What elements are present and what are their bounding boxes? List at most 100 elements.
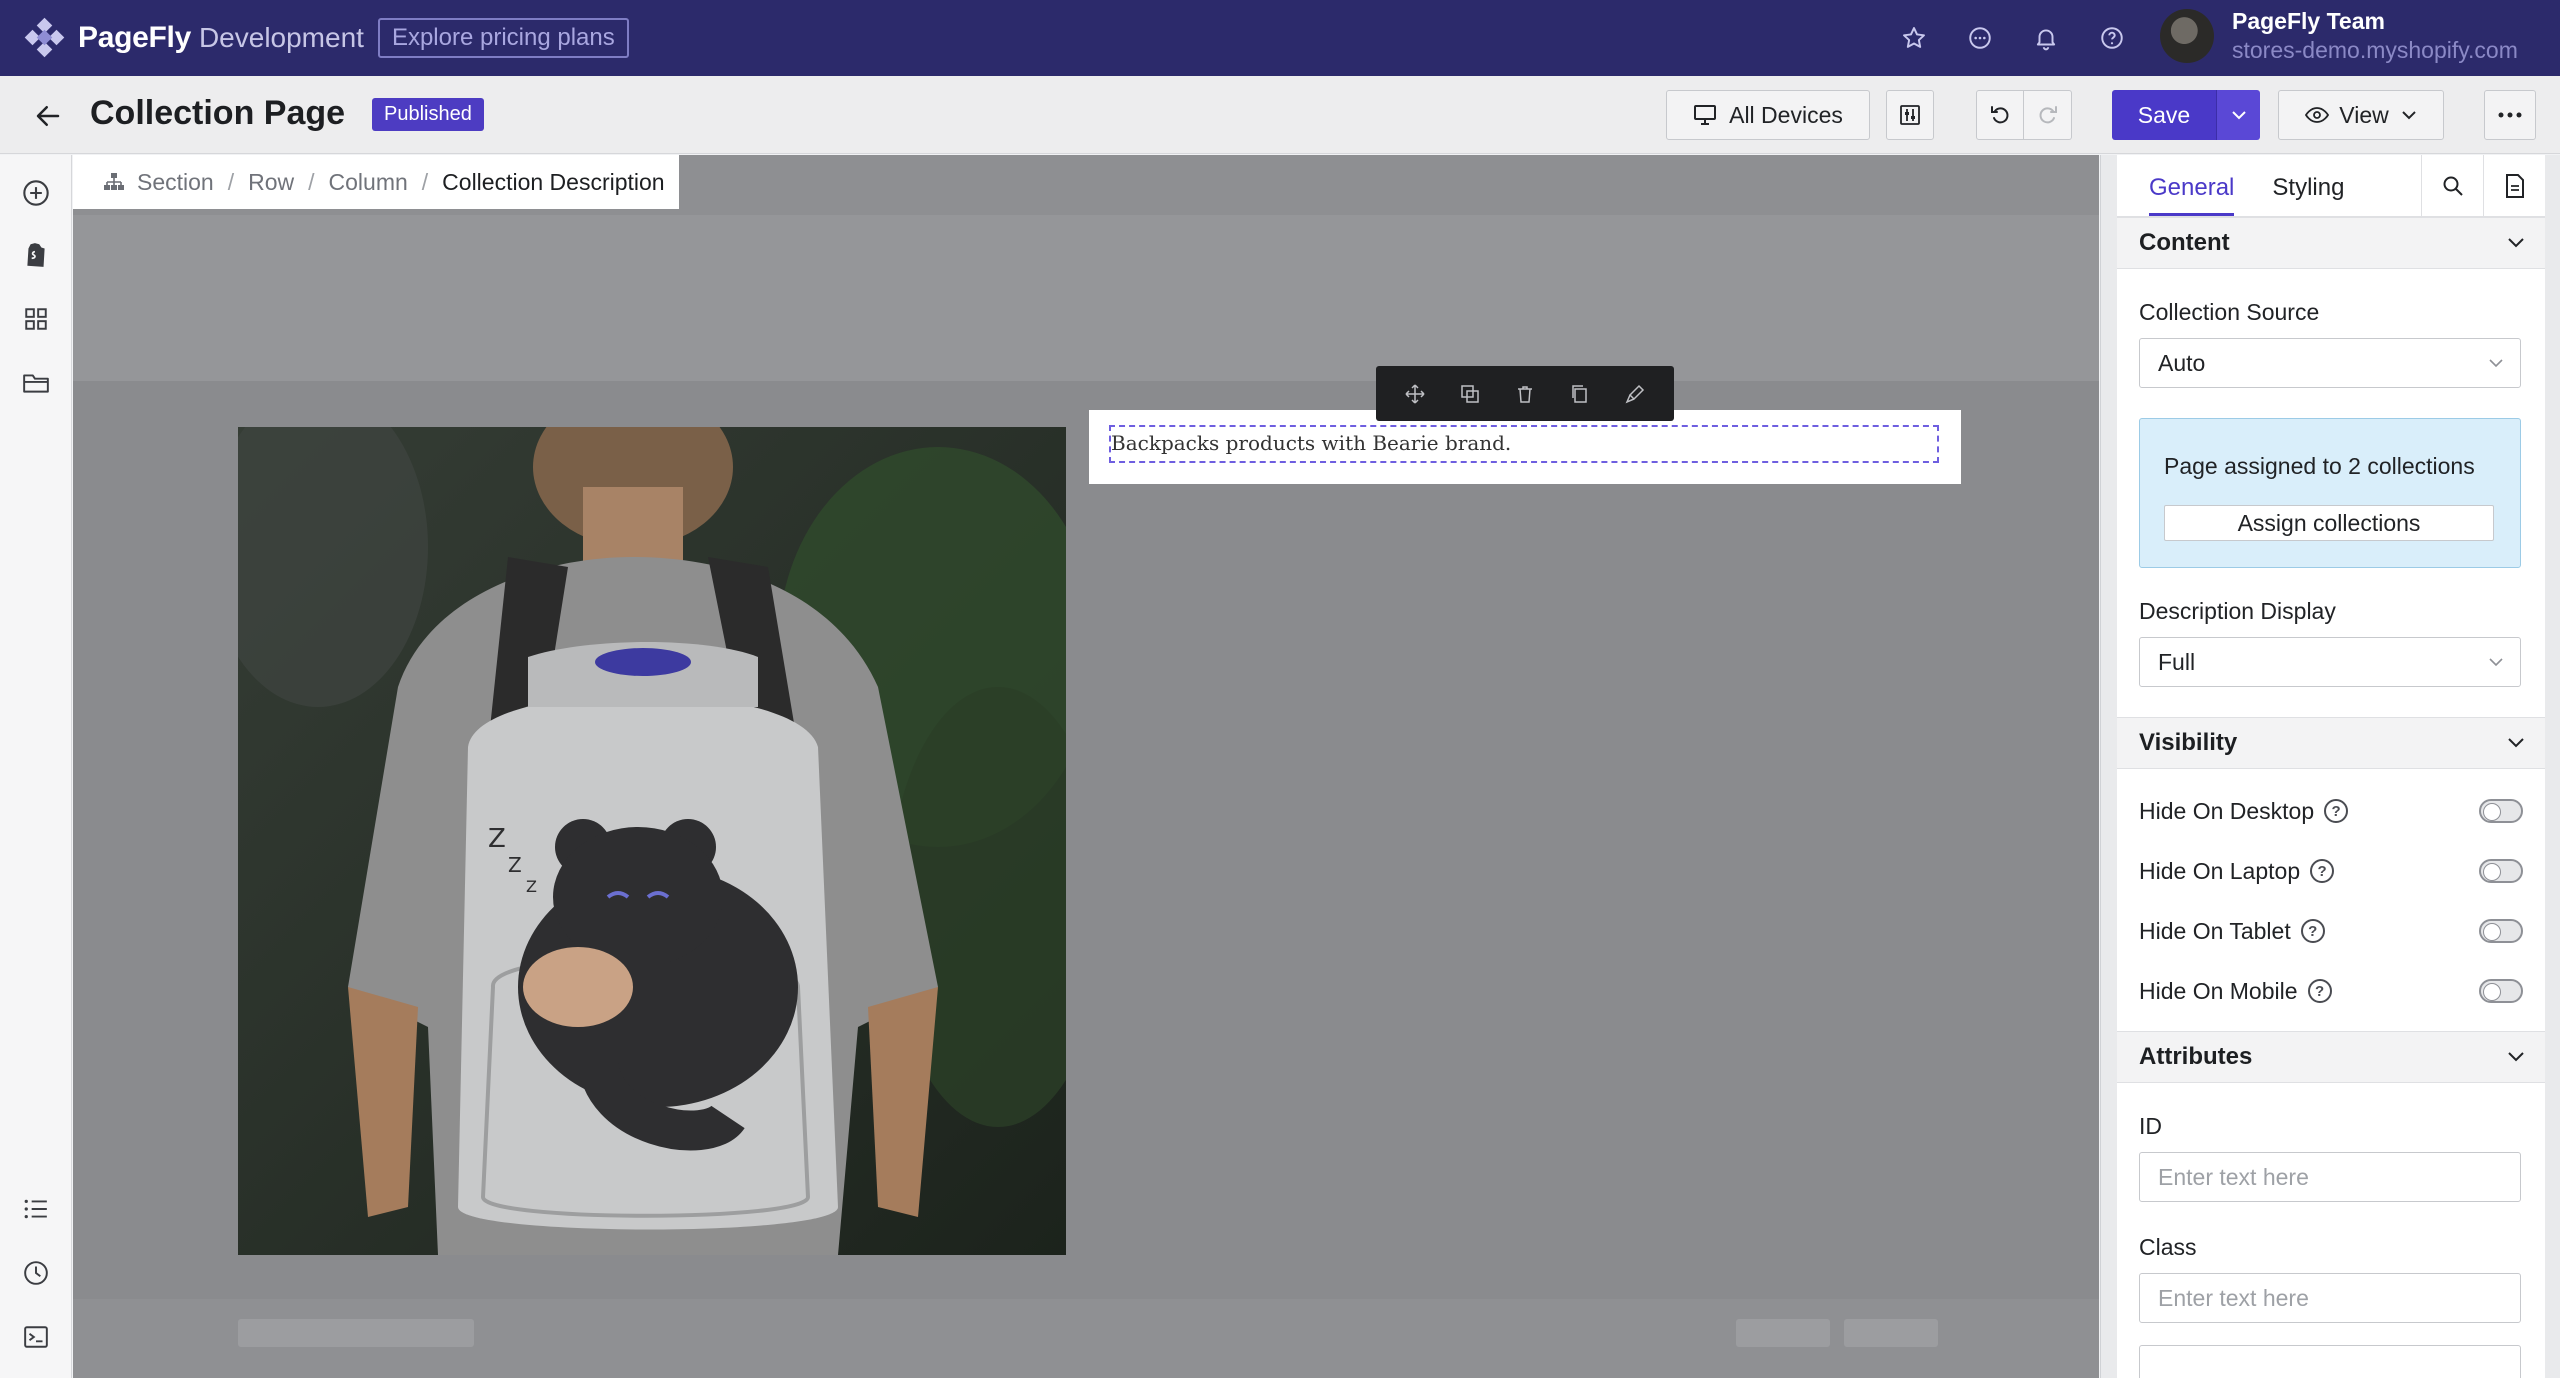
content-section-header[interactable]: Content bbox=[2117, 217, 2545, 269]
document-icon[interactable] bbox=[2483, 155, 2545, 217]
tab-styling[interactable]: Styling bbox=[2272, 174, 2344, 216]
sliders-icon bbox=[1898, 103, 1922, 127]
user-store: stores-demo.myshopify.com bbox=[2232, 37, 2518, 63]
history-clock-icon[interactable] bbox=[20, 1257, 52, 1289]
breadcrumb-column[interactable]: Column bbox=[329, 169, 408, 196]
hide-on-laptop-toggle[interactable] bbox=[2479, 859, 2523, 883]
star-icon[interactable] bbox=[1898, 22, 1930, 54]
collection-source-select[interactable]: Auto bbox=[2139, 338, 2521, 388]
assign-collections-button[interactable]: Assign collections bbox=[2164, 505, 2494, 541]
help-icon[interactable]: ? bbox=[2324, 799, 2349, 823]
copy-icon[interactable] bbox=[1567, 381, 1593, 407]
add-element-icon[interactable] bbox=[20, 177, 52, 209]
chevron-down-icon bbox=[2507, 237, 2525, 249]
assigned-collections-notice: Page assigned to 2 collections Assign co… bbox=[2139, 418, 2521, 568]
visibility-section-header[interactable]: Visibility bbox=[2117, 717, 2545, 769]
id-input[interactable] bbox=[2139, 1152, 2521, 1202]
device-selector-button[interactable]: All Devices bbox=[1666, 90, 1870, 140]
chevron-down-icon bbox=[2401, 110, 2417, 120]
help-icon[interactable]: ? bbox=[2310, 859, 2335, 883]
breadcrumb-section[interactable]: Section bbox=[137, 169, 214, 196]
description-display-value: Full bbox=[2158, 648, 2196, 675]
collection-image[interactable]: Z Z Z bbox=[238, 427, 1066, 1255]
breadcrumb-current: Collection Description bbox=[442, 168, 665, 195]
breadcrumb-row[interactable]: Row bbox=[248, 169, 294, 196]
collection-source-value: Auto bbox=[2158, 349, 2206, 376]
redo-button[interactable] bbox=[2024, 90, 2072, 140]
chevron-down-icon bbox=[2488, 358, 2504, 368]
duplicate-icon[interactable] bbox=[1457, 381, 1483, 407]
page-header: Collection Page Published All Devices Sa… bbox=[0, 76, 2560, 154]
svg-text:Z: Z bbox=[526, 877, 537, 896]
undo-icon bbox=[1988, 103, 2012, 127]
description-display-select[interactable]: Full bbox=[2139, 637, 2521, 687]
id-label: ID bbox=[2139, 1113, 2162, 1139]
view-button[interactable]: View bbox=[2278, 90, 2444, 140]
list-layers-icon[interactable] bbox=[20, 1193, 52, 1225]
breadcrumb: Section / Row / Column / Collection Desc… bbox=[73, 155, 679, 209]
explore-pricing-button[interactable]: Explore pricing plans bbox=[377, 18, 629, 58]
brand[interactable]: PageFly Development bbox=[24, 17, 364, 58]
canvas-header-placeholder bbox=[73, 215, 2099, 381]
bell-icon[interactable] bbox=[2030, 22, 2062, 54]
collection-source-label: Collection Source bbox=[2139, 299, 2320, 325]
hide-on-mobile-label: Hide On Mobile bbox=[2139, 977, 2298, 1004]
hide-on-mobile-toggle[interactable] bbox=[2479, 979, 2523, 1003]
inspector-panel: General Styling Content Collection Sourc… bbox=[2100, 155, 2560, 1378]
save-button[interactable]: Save bbox=[2112, 90, 2216, 140]
class-input[interactable] bbox=[2139, 1273, 2521, 1323]
chat-icon[interactable] bbox=[1964, 22, 1996, 54]
trash-icon[interactable] bbox=[1512, 381, 1538, 407]
inspector-tabs: General Styling bbox=[2117, 155, 2545, 217]
help-icon[interactable]: ? bbox=[2307, 979, 2332, 1003]
brand-name: PageFly bbox=[78, 21, 191, 54]
save-options-chevron-icon[interactable] bbox=[2216, 90, 2260, 140]
hide-on-mobile-row: Hide On Mobile? bbox=[2117, 961, 2545, 1021]
hide-on-tablet-row: Hide On Tablet? bbox=[2117, 901, 2545, 961]
avatar bbox=[2160, 9, 2214, 63]
assigned-collections-text: Page assigned to 2 collections bbox=[2164, 453, 2475, 479]
element-toolbar bbox=[1376, 366, 1674, 421]
class-label: Class bbox=[2139, 1234, 2197, 1260]
grid-layout-icon[interactable] bbox=[20, 303, 52, 335]
undo-button[interactable] bbox=[1976, 90, 2024, 140]
redo-icon bbox=[2036, 103, 2060, 127]
move-icon[interactable] bbox=[1402, 381, 1428, 407]
editor-canvas[interactable]: Section / Row / Column / Collection Desc… bbox=[73, 155, 2099, 1378]
search-icon[interactable] bbox=[2421, 155, 2483, 217]
user-menu[interactable]: PageFly Team stores-demo.myshopify.com bbox=[2160, 8, 2518, 64]
svg-text:Z: Z bbox=[488, 824, 506, 854]
collection-description-element[interactable]: Backpacks products with Bearie brand. bbox=[1089, 410, 1961, 484]
tab-general[interactable]: General bbox=[2149, 174, 2235, 216]
more-dots-icon bbox=[2498, 112, 2522, 118]
folder-icon[interactable] bbox=[20, 367, 52, 399]
attributes-section-header[interactable]: Attributes bbox=[2117, 1031, 2545, 1083]
view-label: View bbox=[2339, 101, 2389, 128]
hide-on-tablet-toggle[interactable] bbox=[2479, 919, 2523, 943]
status-badge: Published bbox=[372, 98, 484, 131]
left-sidebar bbox=[0, 155, 72, 1378]
chevron-down-icon bbox=[2507, 1051, 2525, 1063]
chevron-down-icon bbox=[2507, 737, 2525, 749]
svg-text:Z: Z bbox=[508, 853, 522, 877]
monitor-icon bbox=[1693, 104, 1717, 126]
device-selector-label: All Devices bbox=[1729, 101, 1843, 128]
skeleton-bar bbox=[1844, 1319, 1938, 1347]
more-options-button[interactable] bbox=[2484, 90, 2536, 140]
user-name: PageFly Team bbox=[2232, 8, 2385, 34]
page-title: Collection Page bbox=[90, 94, 346, 132]
hide-on-desktop-toggle[interactable] bbox=[2479, 799, 2523, 823]
pagefly-logo-icon bbox=[24, 17, 65, 58]
style-brush-icon[interactable] bbox=[1622, 381, 1648, 407]
collection-description-text[interactable]: Backpacks products with Bearie brand. bbox=[1109, 425, 1939, 463]
shopify-icon[interactable] bbox=[20, 239, 52, 271]
next-field-partial[interactable] bbox=[2139, 1345, 2521, 1378]
help-icon[interactable] bbox=[2096, 22, 2128, 54]
help-icon[interactable]: ? bbox=[2300, 919, 2325, 943]
chevron-down-icon bbox=[2488, 657, 2504, 667]
hide-on-laptop-row: Hide On Laptop? bbox=[2117, 841, 2545, 901]
code-terminal-icon[interactable] bbox=[20, 1321, 52, 1353]
settings-sliders-button[interactable] bbox=[1886, 90, 1934, 140]
eye-icon bbox=[2305, 106, 2330, 124]
back-arrow-icon[interactable] bbox=[30, 98, 66, 134]
